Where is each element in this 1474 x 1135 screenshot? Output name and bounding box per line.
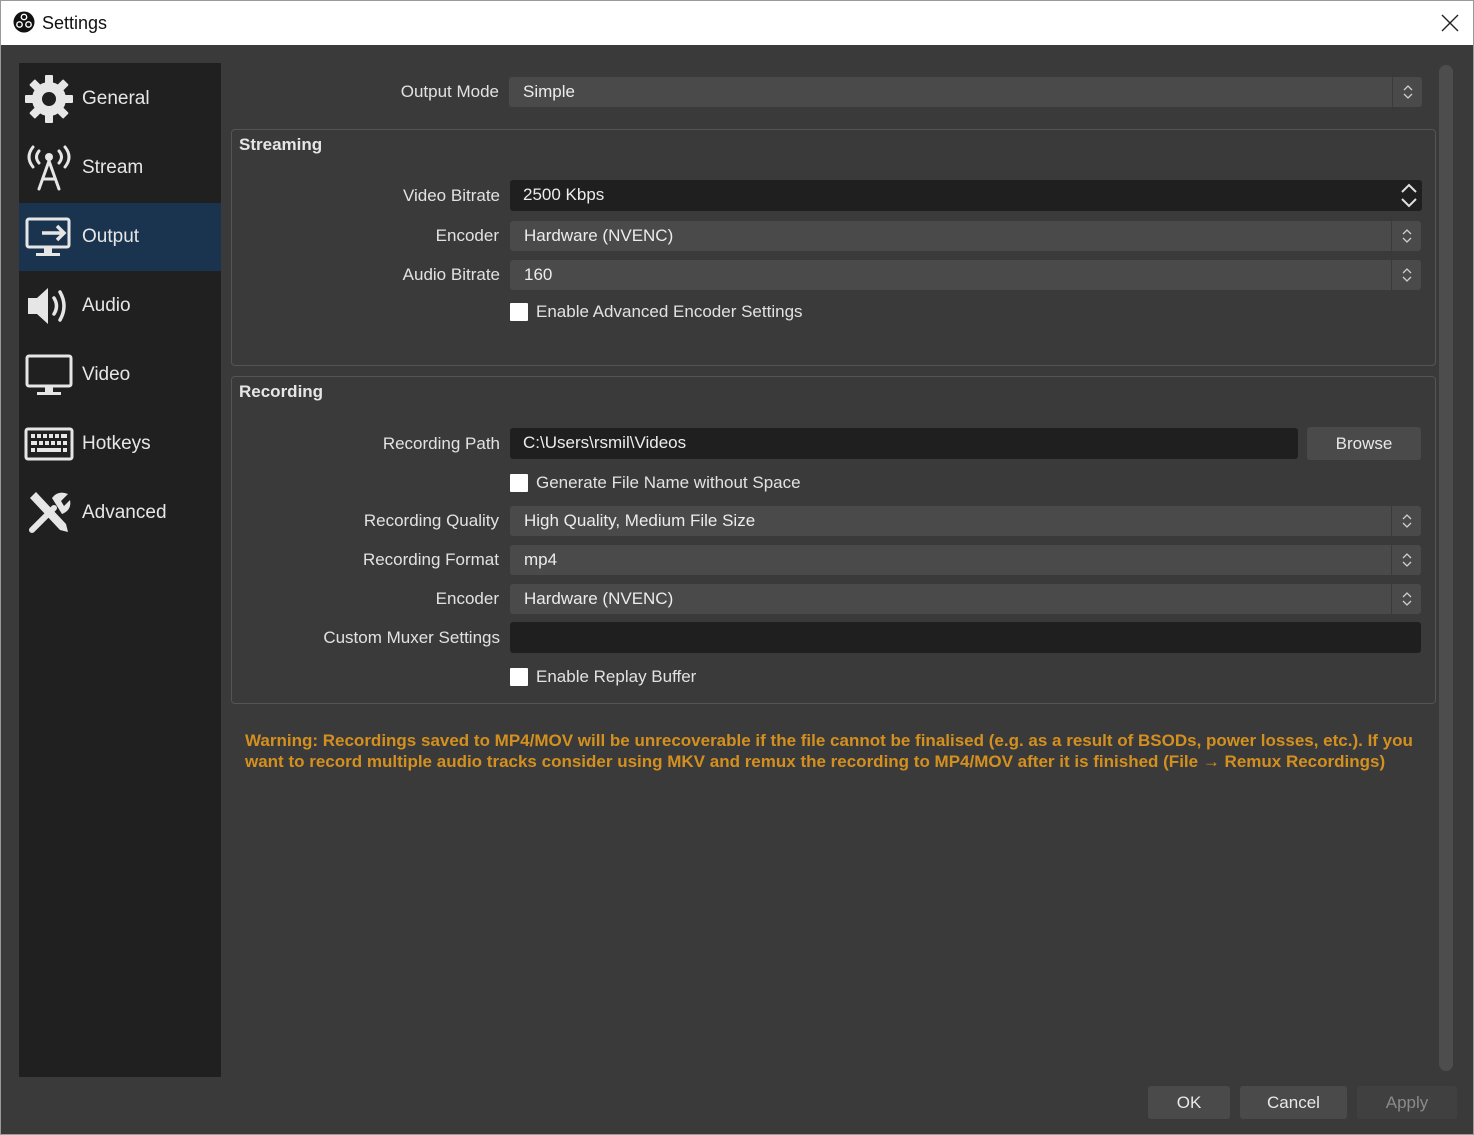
sidebar-item-label: Stream [82,157,144,178]
sidebar-item-label: General [82,88,150,109]
mp4-warning-text: Warning: Recordings saved to MP4/MOV wil… [245,731,1413,771]
recording-encoder-value: Hardware (NVENC) [524,589,674,608]
chevron-updown-icon [1391,545,1421,575]
close-icon [1441,14,1459,32]
sidebar-item-video[interactable]: Video [19,341,221,409]
sidebar-item-general[interactable]: General [19,65,221,133]
streaming-encoder-value: Hardware (NVENC) [524,226,674,245]
cancel-button[interactable]: Cancel [1240,1086,1347,1119]
recording-path-label: Recording Path [382,434,500,453]
sidebar-item-label: Output [82,226,140,247]
custom-muxer-label: Custom Muxer Settings [323,628,500,647]
chevron-updown-icon [1391,584,1421,614]
sidebar-item-hotkeys[interactable]: Hotkeys [19,410,221,478]
apply-button[interactable]: Apply [1357,1086,1457,1119]
recording-path-input[interactable]: C:\Users\rsmil\Videos [510,428,1298,459]
recording-format-select[interactable]: mp4 [510,545,1421,575]
sidebar-item-label: Audio [82,295,131,316]
spin-arrows-icon[interactable] [1396,180,1422,211]
recording-format-label: Recording Format [362,550,499,569]
chevron-updown-icon [1391,260,1421,290]
video-bitrate-spinbox[interactable]: 2500 Kbps [510,180,1422,211]
output-mode-select[interactable]: Simple [509,77,1422,107]
sidebar-item-label: Video [82,364,131,385]
chevron-updown-icon [1391,506,1421,536]
recording-title: Recording [239,382,324,401]
checkbox-box[interactable] [510,474,528,492]
audio-bitrate-label: Audio Bitrate [402,265,500,284]
streaming-encoder-select[interactable]: Hardware (NVENC) [510,221,1421,251]
ok-button[interactable]: OK [1148,1086,1230,1119]
browse-button[interactable]: Browse [1307,427,1421,460]
output-mode-value: Simple [523,82,575,101]
replay-buffer-checkbox[interactable]: Enable Replay Buffer [510,667,696,687]
video-bitrate-label: Video Bitrate [402,186,500,205]
checkbox-box[interactable] [510,303,528,321]
broadcast-tower-icon [23,142,75,194]
keyboard-icon [23,418,75,470]
sidebar-item-stream[interactable]: Stream [19,134,221,202]
no-space-checkbox[interactable]: Generate File Name without Space [510,473,801,493]
speaker-icon [23,280,75,332]
output-mode-label: Output Mode [400,82,499,101]
audio-bitrate-value: 160 [524,265,553,284]
no-space-label: Generate File Name without Space [536,473,801,492]
checkbox-box[interactable] [510,668,528,686]
advanced-encoder-checkbox[interactable]: Enable Advanced Encoder Settings [510,302,803,322]
recording-group [231,376,1436,704]
sidebar-item-label: Advanced [82,502,167,523]
obs-logo-icon [13,11,35,33]
title-bar: Settings [1,1,1473,45]
audio-bitrate-select[interactable]: 160 [510,260,1421,290]
recording-encoder-select[interactable]: Hardware (NVENC) [510,584,1421,614]
close-button[interactable] [1427,1,1473,45]
recording-path-value: C:\Users\rsmil\Videos [523,433,687,452]
recording-format-value: mp4 [524,550,558,569]
custom-muxer-input[interactable] [510,622,1421,653]
chevron-updown-icon [1391,221,1421,251]
tools-icon [23,487,75,539]
sidebar-item-advanced[interactable]: Advanced [19,479,221,547]
recording-quality-value: High Quality, Medium File Size [524,511,756,530]
chevron-updown-icon [1392,77,1422,107]
gear-icon [23,73,75,125]
monitor-output-icon [23,211,75,263]
window-title: Settings [42,13,108,33]
monitor-icon [23,349,75,401]
video-bitrate-value: 2500 Kbps [523,185,605,204]
streaming-encoder-label: Encoder [435,226,499,245]
advanced-encoder-label: Enable Advanced Encoder Settings [536,302,803,321]
settings-window: Settings General Stream Output Audio Vid… [0,0,1474,1135]
recording-quality-select[interactable]: High Quality, Medium File Size [510,506,1421,536]
vertical-scrollbar[interactable] [1439,65,1453,1071]
sidebar-item-label: Hotkeys [82,433,151,454]
sidebar-item-output[interactable]: Output [19,203,221,271]
settings-sidebar: General Stream Output Audio Video Hotkey… [19,63,221,1077]
sidebar-item-audio[interactable]: Audio [19,272,221,340]
streaming-title: Streaming [239,135,323,154]
recording-encoder-label: Encoder [435,589,499,608]
replay-buffer-label: Enable Replay Buffer [536,667,697,686]
recording-quality-label: Recording Quality [363,511,499,530]
